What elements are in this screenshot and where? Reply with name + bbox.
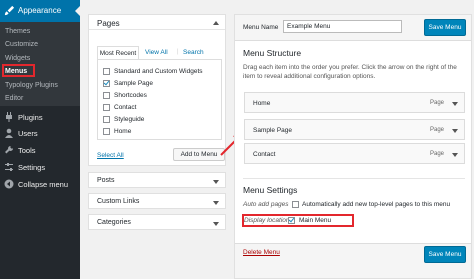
menu-item-sample-page[interactable]: Sample Page Page bbox=[244, 119, 465, 140]
menu-structure-title: Menu Structure bbox=[243, 48, 302, 58]
checkbox[interactable] bbox=[103, 80, 110, 87]
sidebar-item-label: Settings bbox=[18, 163, 46, 172]
expand-arrow-icon bbox=[213, 180, 219, 184]
sidebar-item-label: Tools bbox=[18, 146, 36, 155]
expand-arrow-icon bbox=[213, 201, 219, 205]
custom-links-accordion[interactable]: Custom Links bbox=[88, 193, 226, 209]
page-label: Styleguide bbox=[114, 116, 145, 123]
divider bbox=[243, 178, 465, 179]
settings-sliders-icon bbox=[5, 163, 13, 171]
collapse-arrow-icon[interactable] bbox=[213, 21, 219, 25]
menu-edit-panel: Menu Name Save Menu Menu Structure Drag … bbox=[234, 14, 472, 279]
page-label: Contact bbox=[114, 104, 137, 111]
page-label: Standard and Custom Widgets bbox=[114, 68, 203, 75]
pages-tabs: Most Recent View All | Search bbox=[97, 46, 222, 59]
menu-name-input[interactable] bbox=[283, 20, 402, 33]
categories-accordion[interactable]: Categories bbox=[88, 214, 226, 230]
user-icon bbox=[5, 128, 13, 138]
sidebar-item-settings[interactable]: Settings bbox=[0, 159, 80, 175]
expand-arrow-icon[interactable] bbox=[452, 102, 458, 106]
sidebar-item-label: Collapse menu bbox=[18, 180, 69, 189]
menu-structure-desc: Drag each item into the order you prefer… bbox=[243, 64, 457, 80]
collapse-menu[interactable]: Collapse menu bbox=[0, 176, 80, 192]
menu-item-contact[interactable]: Contact Page bbox=[244, 143, 465, 164]
submenu-editor[interactable]: Editor bbox=[5, 95, 23, 102]
sidebar-item-label: Appearance bbox=[18, 6, 62, 15]
sidebar-item-users[interactable]: Users bbox=[0, 125, 80, 141]
menu-item-home[interactable]: Home Page bbox=[244, 92, 465, 113]
collapse-icon bbox=[4, 179, 14, 189]
menu-header: Menu Name Save Menu bbox=[235, 15, 471, 41]
sidebar-item-plugins[interactable]: Plugins bbox=[0, 109, 80, 125]
checkbox[interactable] bbox=[103, 92, 110, 99]
paintbrush-icon bbox=[4, 5, 15, 16]
divider bbox=[89, 29, 225, 30]
menu-item-type: Page bbox=[429, 127, 444, 133]
menu-name-label: Menu Name bbox=[243, 24, 279, 31]
save-menu-button-bottom[interactable]: Save Menu bbox=[424, 246, 466, 263]
display-location-highlight bbox=[242, 214, 354, 227]
checkbox[interactable] bbox=[103, 68, 110, 75]
tab-most-recent[interactable]: Most Recent bbox=[97, 46, 139, 59]
page-label: Sample Page bbox=[114, 80, 154, 87]
sidebar-item-label: Users bbox=[18, 129, 38, 138]
pages-list: Standard and Custom Widgets Sample Page … bbox=[97, 59, 222, 140]
submenu-typology-plugins[interactable]: Typology Plugins bbox=[5, 82, 58, 89]
tab-search[interactable]: Search bbox=[183, 46, 204, 59]
sidebar-item-appearance[interactable]: Appearance bbox=[0, 0, 80, 22]
select-all-link[interactable]: Select All bbox=[97, 152, 124, 159]
accordion-label: Custom Links bbox=[97, 198, 140, 205]
page-label: Shortcodes bbox=[114, 92, 147, 99]
tab-separator: | bbox=[177, 49, 179, 55]
menu-item-title: Home bbox=[253, 100, 271, 107]
auto-add-label: Auto add pages bbox=[243, 201, 289, 208]
expand-arrow-icon[interactable] bbox=[452, 129, 458, 133]
expand-arrow-icon[interactable] bbox=[452, 153, 458, 157]
posts-accordion[interactable]: Posts bbox=[88, 172, 226, 188]
wrench-icon bbox=[5, 145, 14, 154]
auto-add-checkbox[interactable] bbox=[292, 201, 299, 208]
accordion-label: Categories bbox=[97, 219, 131, 226]
submenu-widgets[interactable]: Widgets bbox=[5, 55, 30, 62]
plug-icon bbox=[6, 112, 12, 122]
accordion-label: Posts bbox=[97, 177, 115, 184]
menus-highlight bbox=[2, 64, 35, 77]
pages-title: Pages bbox=[97, 19, 120, 28]
delete-menu-link[interactable]: Delete Menu bbox=[243, 249, 280, 256]
menu-item-title: Sample Page bbox=[253, 127, 293, 134]
pages-metabox: Pages Most Recent View All | Search Stan… bbox=[88, 14, 226, 166]
checkbox[interactable] bbox=[103, 104, 110, 111]
admin-sidebar: Appearance Themes Customize Widgets Menu… bbox=[0, 0, 80, 279]
active-caret bbox=[75, 6, 80, 16]
submenu-themes[interactable]: Themes bbox=[5, 28, 30, 35]
menu-item-type: Page bbox=[429, 100, 444, 106]
tab-view-all[interactable]: View All bbox=[145, 46, 168, 59]
checkbox[interactable] bbox=[103, 128, 110, 135]
sidebar-item-label: Plugins bbox=[18, 113, 43, 122]
menu-item-title: Contact bbox=[253, 151, 276, 158]
page-label: Home bbox=[114, 128, 132, 135]
submenu-customize[interactable]: Customize bbox=[5, 41, 38, 48]
checkbox[interactable] bbox=[103, 116, 110, 123]
menu-settings-title: Menu Settings bbox=[243, 185, 298, 195]
sidebar-item-tools[interactable]: Tools bbox=[0, 142, 80, 158]
menu-item-type: Page bbox=[429, 151, 444, 157]
save-menu-button[interactable]: Save Menu bbox=[424, 19, 466, 36]
auto-add-text: Automatically add new top-level pages to… bbox=[302, 201, 451, 208]
expand-arrow-icon bbox=[213, 222, 219, 226]
